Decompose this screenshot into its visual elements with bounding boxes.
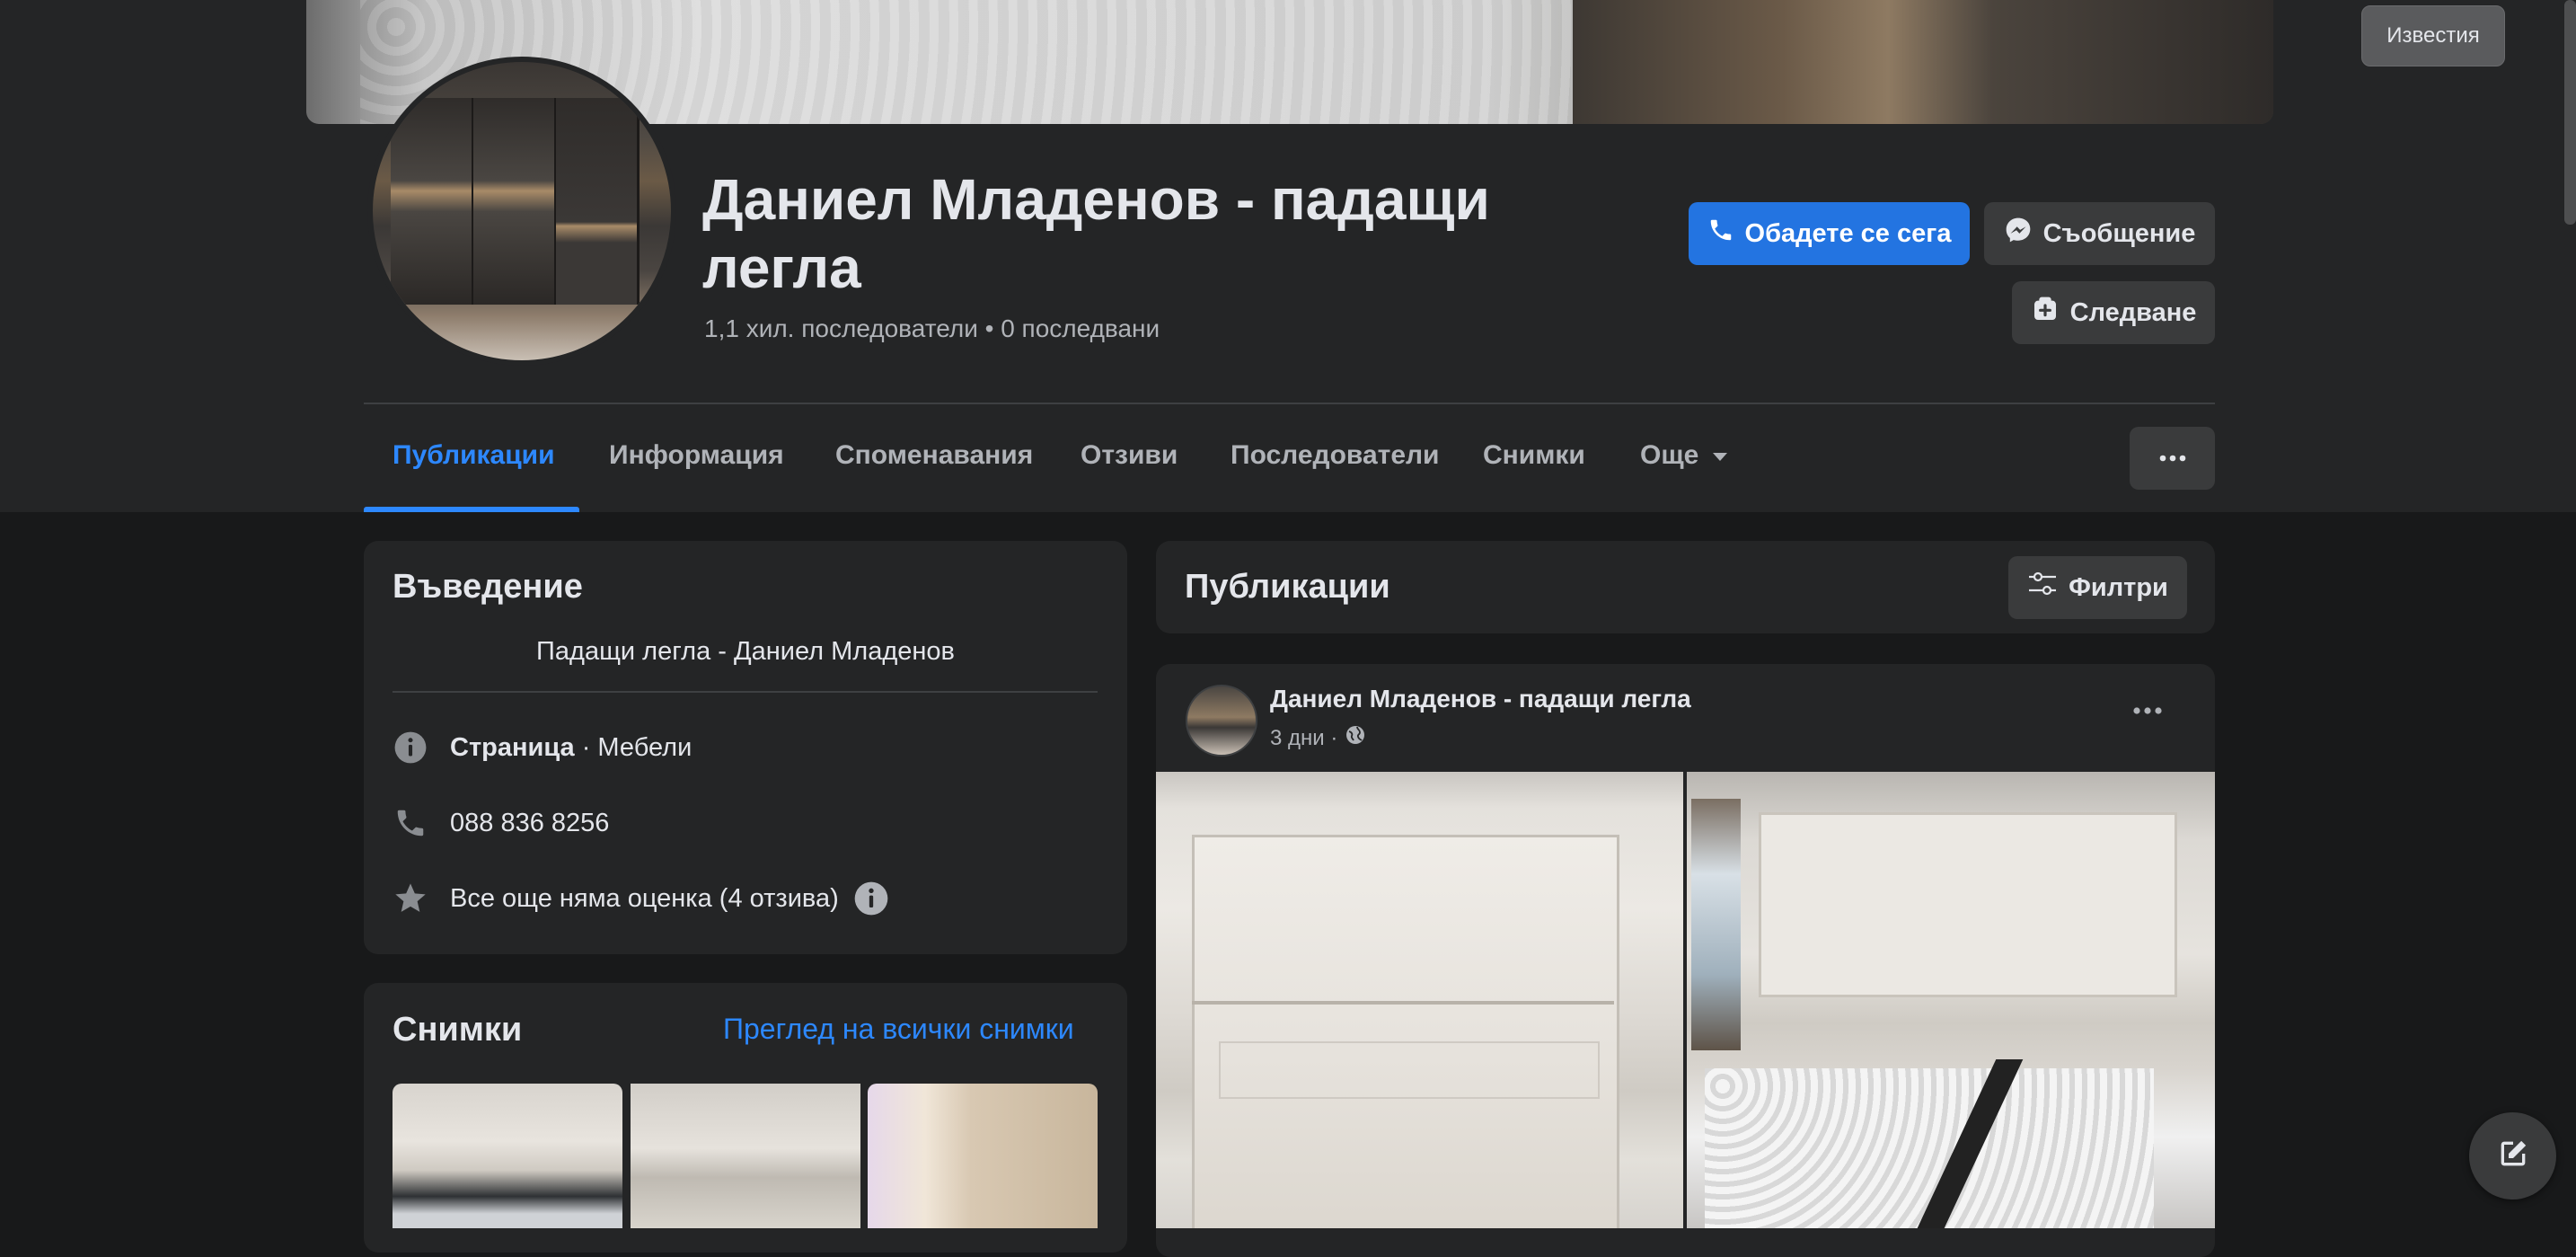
message-label: Съобщение	[2042, 218, 2196, 248]
tab-more-label: Още	[1640, 440, 1699, 470]
star-icon	[393, 881, 428, 916]
follow-button[interactable]: Следване	[2012, 281, 2215, 344]
compose-icon	[2495, 1136, 2531, 1176]
filter-icon	[2027, 571, 2058, 605]
rating-text: Все още няма оценка (4 отзива)	[450, 883, 839, 913]
tab-about[interactable]: Информация	[609, 440, 784, 471]
call-now-label: Обадете се сега	[1744, 218, 1952, 248]
intro-card: Въведение Падащи легла - Даниел Младенов…	[364, 541, 1127, 954]
header-divider	[364, 403, 2215, 404]
photos-title: Снимки	[393, 1011, 523, 1049]
post-author-avatar[interactable]	[1186, 685, 1257, 757]
chevron-down-icon	[1711, 440, 1729, 471]
phone-icon	[393, 805, 428, 841]
photo-thumbnail[interactable]	[631, 1084, 860, 1228]
new-message-button[interactable]	[2469, 1112, 2556, 1199]
posts-title: Публикации	[1185, 568, 1390, 606]
phone-number[interactable]: 088 836 8256	[450, 809, 609, 838]
follow-icon	[2031, 295, 2060, 331]
post-time-text: 3 дни ·	[1270, 725, 1338, 750]
intro-category-row: Страница · Мебели	[393, 730, 692, 766]
page-title: Даниел Младенов - падащи легла	[702, 167, 1490, 300]
post-photo[interactable]	[1156, 772, 1683, 1228]
intro-rating-row: Все още няма оценка (4 отзива)	[393, 881, 889, 916]
tab-reviews[interactable]: Отзиви	[1081, 440, 1178, 471]
tab-followers[interactable]: Последователи	[1231, 440, 1440, 471]
post-author-name[interactable]: Даниел Младенов - падащи легла	[1270, 685, 1691, 713]
tab-more[interactable]: Още	[1640, 440, 1729, 471]
category-label: Страница	[450, 732, 575, 762]
info-icon	[393, 730, 428, 766]
more-icon	[2132, 704, 2163, 719]
tab-photos[interactable]: Снимки	[1483, 440, 1585, 471]
more-options-button[interactable]	[2130, 427, 2215, 490]
tab-mentions[interactable]: Споменавания	[835, 440, 1033, 471]
post-timestamp[interactable]: 3 дни ·	[1270, 724, 1366, 752]
globe-icon	[1345, 724, 1366, 752]
message-button[interactable]: Съобщение	[1984, 202, 2215, 265]
intro-divider	[393, 691, 1098, 693]
phone-icon	[1707, 217, 1734, 251]
more-icon	[2159, 450, 2186, 466]
profile-picture[interactable]	[367, 57, 676, 366]
photo-thumbnail[interactable]	[868, 1084, 1098, 1228]
tab-posts[interactable]: Публикации	[393, 440, 555, 471]
follower-stats[interactable]: 1,1 хил. последователи • 0 последвани	[704, 314, 1160, 343]
posts-header-card: Публикации Филтри	[1156, 541, 2215, 633]
post-photo[interactable]	[1687, 772, 2215, 1228]
intro-phone-row: 088 836 8256	[393, 805, 609, 841]
call-now-button[interactable]: Обадете се сега	[1689, 202, 1970, 265]
page-scrollbar[interactable]	[2564, 0, 2576, 225]
category-value: · Мебели	[574, 732, 693, 762]
photo-thumbnail[interactable]	[393, 1084, 622, 1228]
intro-title: Въведение	[393, 568, 583, 606]
active-tab-indicator	[364, 507, 579, 512]
filter-button[interactable]: Филтри	[2008, 556, 2187, 619]
intro-description: Падащи легла - Даниел Младенов	[536, 637, 955, 666]
messenger-icon	[2004, 216, 2033, 252]
filter-label: Филтри	[2069, 572, 2168, 602]
follow-label: Следване	[2069, 297, 2197, 327]
info-icon[interactable]	[853, 881, 889, 916]
post-more-button[interactable]	[2132, 704, 2163, 720]
news-button[interactable]: Известия	[2361, 5, 2505, 66]
see-all-photos-link[interactable]: Преглед на всички снимки	[723, 1013, 1074, 1046]
